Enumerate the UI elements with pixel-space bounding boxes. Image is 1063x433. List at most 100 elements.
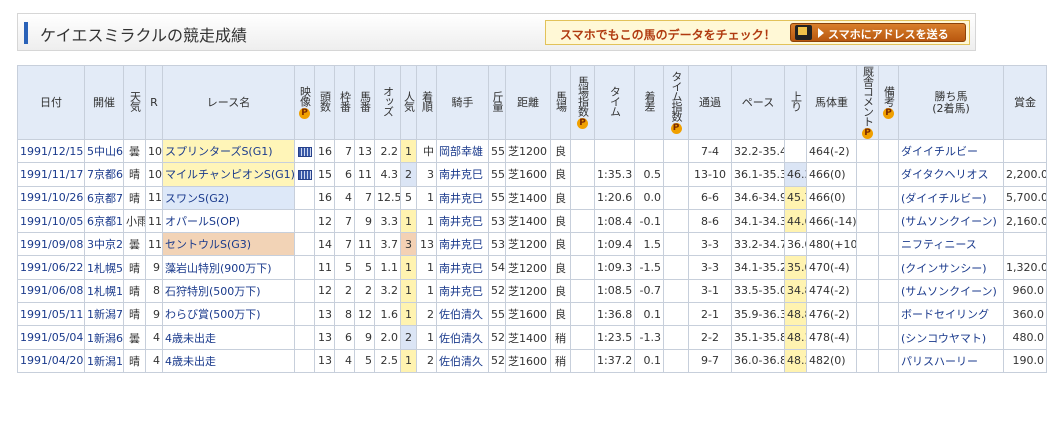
cell-venue[interactable]: 1札幌1 (84, 278, 124, 304)
cell-weather: 晴 (123, 302, 146, 327)
cell-track: 良 (550, 208, 571, 234)
cell-body-weight: 470(-4) (806, 255, 857, 280)
cell-popularity: 2 (400, 162, 417, 187)
cell-horse-no: 5 (354, 348, 375, 373)
cell-venue[interactable]: 1新潟6 (84, 325, 124, 350)
cell-jockey[interactable]: 南井克巳 (436, 255, 489, 280)
cell-race-name[interactable]: スワンS(G2) (162, 185, 295, 210)
cell-winner[interactable]: ボードセイリング (898, 302, 1004, 327)
col-frame: 枠番 (334, 65, 355, 140)
cell-venue[interactable]: 7京都6 (84, 162, 124, 187)
cell-date[interactable]: 1991/05/11 (17, 302, 85, 327)
cell-date[interactable]: 1991/06/22 (17, 255, 85, 280)
cell-passing: 3-1 (688, 278, 732, 304)
cell-video[interactable] (294, 138, 315, 164)
cell-race-name[interactable]: マイルチャンピオンS(G1) (162, 162, 295, 187)
cell-time: 1:08.4 (594, 208, 635, 234)
cell-track: 良 (550, 302, 571, 327)
col-winner: 勝ち馬 (2着馬) (898, 65, 1004, 140)
col-venue: 開催 (84, 65, 124, 140)
cell-distance: 芝1200 (505, 232, 551, 257)
cell-winner[interactable]: ダイイチルビー (898, 138, 1004, 164)
cell-jockey[interactable]: 佐伯清久 (436, 325, 489, 350)
cell-winner[interactable]: (ダイイチルビー) (898, 185, 1004, 210)
cell-finish: 中 (416, 138, 437, 164)
cell-last3f: 36.0 (784, 232, 807, 257)
cell-winner[interactable]: (シンコウヤマト) (898, 325, 1004, 350)
cell-distance: 芝1600 (505, 302, 551, 327)
cell-last3f (784, 138, 807, 164)
cell-finish: 1 (416, 325, 437, 350)
cell-popularity: 1 (400, 348, 417, 373)
cell-date[interactable]: 1991/10/05 (17, 208, 85, 234)
cell-jockey[interactable]: 南井克巳 (436, 232, 489, 257)
cell-jockey[interactable]: 南井克巳 (436, 208, 489, 234)
cell-race-name[interactable]: 4歳未出走 (162, 325, 295, 350)
cell-venue[interactable]: 1札幌5 (84, 255, 124, 280)
cell-track-index (570, 185, 595, 210)
cell-video (294, 302, 315, 327)
cell-race-name[interactable]: 藻岩山特別(900万下) (162, 255, 295, 280)
cell-jockey[interactable]: 南井克巳 (436, 162, 489, 187)
cell-winner[interactable]: パリスハーリー (898, 348, 1004, 373)
cell-venue[interactable]: 1新潟1 (84, 348, 124, 373)
cell-date[interactable]: 1991/12/15 (17, 138, 85, 164)
cell-winner[interactable]: (サムソンクイーン) (898, 278, 1004, 304)
cell-weight: 54 (488, 255, 506, 280)
video-icon[interactable] (297, 169, 312, 180)
cell-margin: 0.1 (634, 348, 664, 373)
premium-icon: P (862, 128, 873, 139)
cell-passing: 2-1 (688, 302, 732, 327)
cell-venue[interactable]: 3中京2 (84, 232, 124, 257)
cell-winner[interactable]: (クインサンシー) (898, 255, 1004, 280)
cell-frame: 4 (334, 185, 355, 210)
cell-popularity: 1 (400, 278, 417, 304)
video-icon[interactable] (297, 146, 312, 157)
cell-winner[interactable]: (サムソンクイーン) (898, 208, 1004, 234)
cell-venue[interactable]: 6京都1 (84, 208, 124, 234)
send-address-button[interactable]: スマホにアドレスを送る (790, 23, 966, 42)
cell-remarks (878, 138, 899, 164)
cell-venue[interactable]: 6京都7 (84, 185, 124, 210)
cell-race-name[interactable]: わらび賞(500万下) (162, 302, 295, 327)
cell-jockey[interactable]: 南井克巳 (436, 278, 489, 304)
cell-margin (634, 138, 664, 164)
cell-race-name[interactable]: 石狩特別(500万下) (162, 278, 295, 304)
cell-race-name[interactable]: スプリンターズS(G1) (162, 138, 295, 164)
cell-winner[interactable]: ニフティニース (898, 232, 1004, 257)
col-odds: オッズ (374, 65, 401, 140)
cell-date[interactable]: 1991/09/08 (17, 232, 85, 257)
cell-jockey[interactable]: 佐伯清久 (436, 348, 489, 373)
cell-video[interactable] (294, 162, 315, 187)
cell-pace: 33.2-34.7 (731, 232, 785, 257)
cell-track-index (570, 325, 595, 350)
cell-date[interactable]: 1991/10/26 (17, 185, 85, 210)
cell-finish: 3 (416, 162, 437, 187)
cell-date[interactable]: 1991/11/17 (17, 162, 85, 187)
cell-odds: 2.2 (374, 138, 401, 164)
cell-jockey[interactable]: 佐伯清久 (436, 302, 489, 327)
cell-race-no: 8 (145, 278, 163, 304)
cell-prize: 2,160.0 (1003, 208, 1047, 234)
col-date: 日付 (17, 65, 85, 140)
cell-date[interactable]: 1991/05/04 (17, 325, 85, 350)
cell-distance: 芝1400 (505, 185, 551, 210)
cell-venue[interactable]: 1新潟7 (84, 302, 124, 327)
cell-jockey[interactable]: 南井克巳 (436, 185, 489, 210)
cell-track: 良 (550, 138, 571, 164)
cell-margin: 0.0 (634, 185, 664, 210)
table-row: 1991/12/15 5中山6 曇 10 スプリンターズS(G1) 16 7 13 2.2 1 中岡… (17, 138, 1047, 164)
cell-race-name[interactable]: セントウルS(G3) (162, 232, 295, 257)
cell-date[interactable]: 1991/06/08 (17, 278, 85, 304)
cell-time: 1:36.8 (594, 302, 635, 327)
cell-date[interactable]: 1991/04/20 (17, 348, 85, 373)
cell-time-index (663, 162, 689, 187)
cell-weather: 晴 (123, 255, 146, 280)
cell-comment (856, 138, 879, 164)
cell-venue[interactable]: 5中山6 (84, 138, 124, 164)
cell-winner[interactable]: ダイタクヘリオス (898, 162, 1004, 187)
cell-frame: 2 (334, 278, 355, 304)
cell-race-name[interactable]: 4歳未出走 (162, 348, 295, 373)
cell-race-name[interactable]: オパールS(OP) (162, 208, 295, 234)
cell-jockey[interactable]: 岡部幸雄 (436, 138, 489, 164)
